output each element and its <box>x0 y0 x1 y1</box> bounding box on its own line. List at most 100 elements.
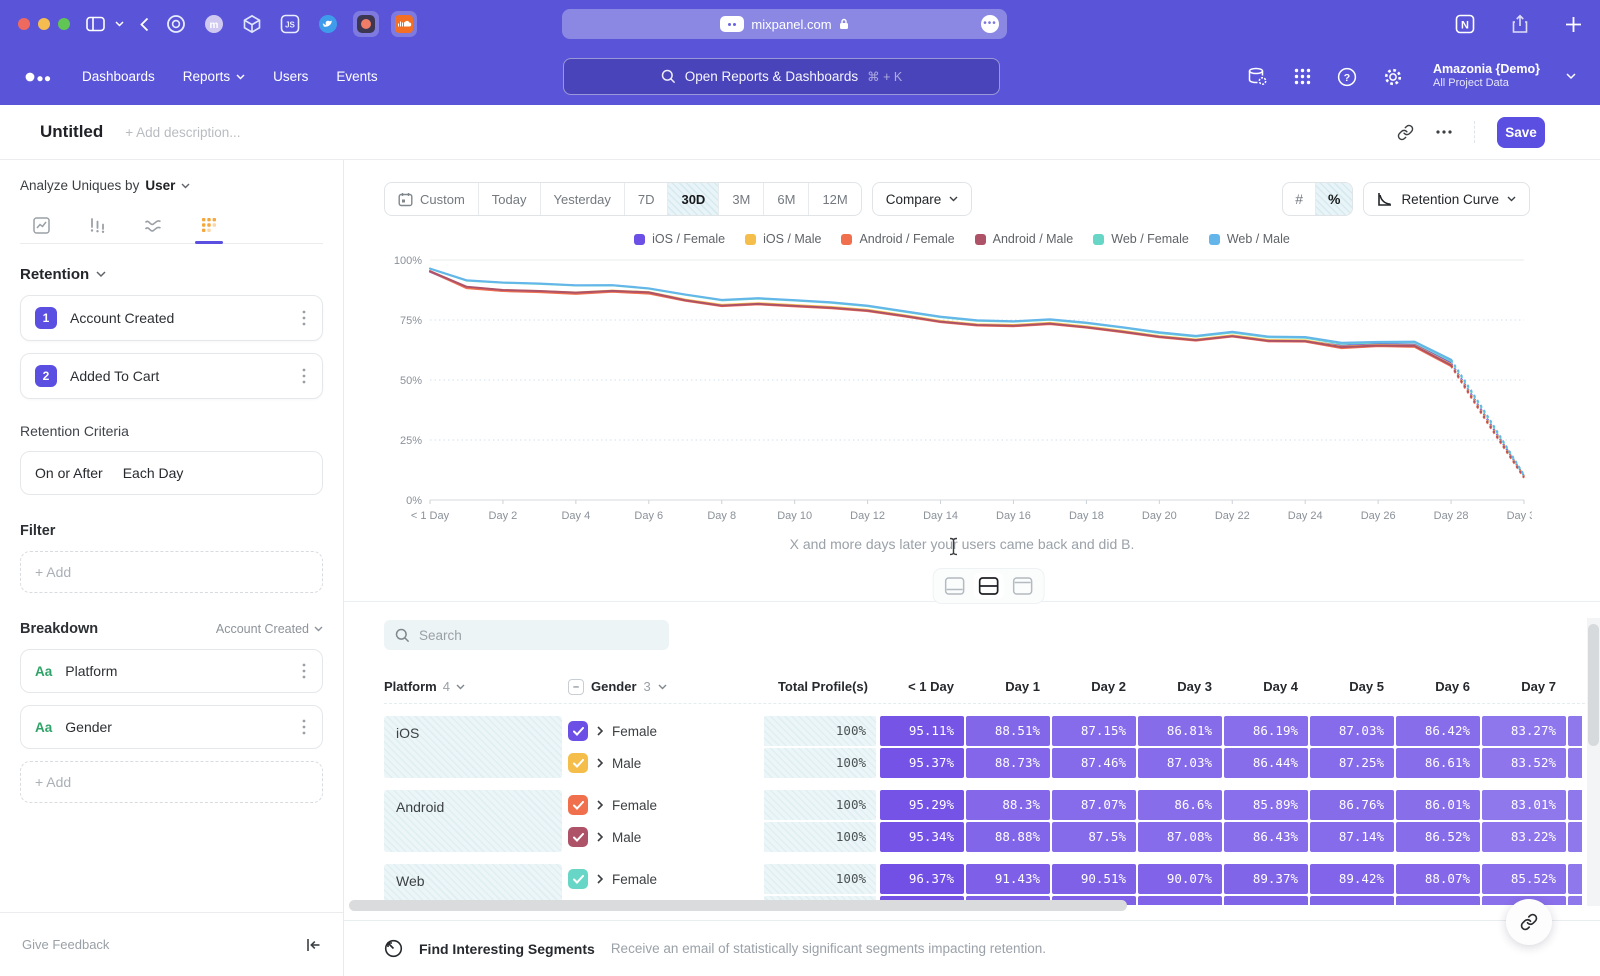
mixpanel-logo[interactable] <box>24 69 54 85</box>
retention-chart[interactable]: 0%25%50%75%100%< 1 DayDay 2Day 4Day 6Day… <box>384 248 1600 530</box>
retention-cell-day-6[interactable]: 88.07% <box>1396 864 1480 894</box>
retention-cell-day-4[interactable]: 89.37% <box>1224 864 1308 894</box>
retention-cell-day-0[interactable]: 95.37% <box>880 748 964 778</box>
gender-cell[interactable]: Male <box>568 748 764 778</box>
range-yesterday[interactable]: Yesterday <box>540 183 624 215</box>
help-icon[interactable]: ? <box>1337 67 1357 87</box>
kebab-menu-icon[interactable] <box>298 659 310 683</box>
chart-type-selector[interactable]: Retention Curve <box>1363 182 1530 216</box>
split-layout-button[interactable] <box>974 573 1004 599</box>
compare-button[interactable]: Compare <box>872 182 973 216</box>
give-feedback-link[interactable]: Give Feedback <box>22 937 109 952</box>
percent-toggle[interactable]: % <box>1315 183 1352 215</box>
soundcloud-app-icon[interactable] <box>391 11 417 37</box>
kebab-menu-icon[interactable] <box>298 306 310 330</box>
retention-cell-day-0[interactable]: 95.34% <box>880 822 964 852</box>
vertical-scrollbar-thumb[interactable] <box>1588 624 1599 746</box>
project-switcher[interactable]: Amazonia {Demo} All Project Data <box>1433 62 1540 91</box>
platform-cell[interactable]: iOS <box>384 716 562 778</box>
retention-cell-day-3[interactable]: 86.81% <box>1138 716 1222 746</box>
cube-app-icon[interactable] <box>239 11 265 37</box>
retention-cell-day-5[interactable]: 87.14% <box>1310 822 1394 852</box>
retention-cell-day-3[interactable]: 86.6% <box>1138 790 1222 820</box>
retention-cell-day-7[interactable]: 83.01% <box>1482 790 1566 820</box>
range-30d[interactable]: 30D <box>667 183 718 215</box>
settings-gear-icon[interactable] <box>1383 67 1403 87</box>
day-column-header-day-6[interactable]: Day 6 <box>1396 679 1482 694</box>
address-bar[interactable]: mixpanel.com ••• <box>562 9 1007 39</box>
share-icon[interactable] <box>1511 14 1529 34</box>
minimize-window-button[interactable] <box>38 18 50 30</box>
range-today[interactable]: Today <box>478 183 540 215</box>
legend-item-web-female[interactable]: Web / Female <box>1093 232 1189 246</box>
report-title[interactable]: Untitled <box>40 122 103 142</box>
day-column-header-day-5[interactable]: Day 5 <box>1310 679 1396 694</box>
active-tab-app-icon[interactable] <box>353 11 379 37</box>
retention-cell-day-4[interactable]: 86.19% <box>1224 716 1308 746</box>
legend-item-ios-female[interactable]: iOS / Female <box>634 232 725 246</box>
retention-cell-day-0[interactable]: 95.11% <box>880 716 964 746</box>
copy-link-icon[interactable] <box>1397 124 1414 141</box>
retention-cell-day-5[interactable]: 87.03% <box>1310 716 1394 746</box>
retention-step-b[interactable]: 2 Added To Cart <box>20 353 323 399</box>
series-checkbox[interactable] <box>568 795 588 815</box>
close-window-button[interactable] <box>18 18 30 30</box>
retention-cell-day-7[interactable]: 85.52% <box>1482 864 1566 894</box>
expand-row-icon[interactable] <box>597 832 603 842</box>
tab-funnels[interactable] <box>76 207 118 243</box>
analyze-value[interactable]: User <box>145 178 175 193</box>
total-profiles-column-header[interactable]: Total Profile(s) <box>764 679 880 694</box>
save-button[interactable]: Save <box>1497 117 1545 148</box>
expand-row-icon[interactable] <box>597 726 603 736</box>
report-description-placeholder[interactable]: + Add description... <box>125 125 240 140</box>
horizontal-scrollbar[interactable] <box>349 900 1127 911</box>
gender-cell[interactable]: Male <box>568 822 764 852</box>
platform-column-header[interactable]: Platform 4 <box>384 679 568 694</box>
nav-link-reports[interactable]: Reports <box>183 69 245 84</box>
bird-app-icon[interactable] <box>315 11 341 37</box>
retention-criteria-selector[interactable]: On or After Each Day <box>20 451 323 495</box>
m-app-icon[interactable]: m <box>201 11 227 37</box>
global-search[interactable]: Open Reports & Dashboards ⌘ + K <box>563 58 1000 95</box>
zoom-window-button[interactable] <box>58 18 70 30</box>
expand-row-icon[interactable] <box>597 800 603 810</box>
gender-cell[interactable]: Female <box>568 864 764 894</box>
retention-cell-day-1[interactable]: 88.88% <box>966 822 1050 852</box>
breakdown-gender[interactable]: Aa Gender <box>20 705 323 749</box>
record-app-icon[interactable] <box>163 11 189 37</box>
retention-cell-day-3[interactable]: 87.03% <box>1138 748 1222 778</box>
absolute-numbers-toggle[interactable]: # <box>1283 183 1315 215</box>
add-filter-button[interactable]: + Add <box>20 551 323 593</box>
js-app-icon[interactable]: JS <box>277 11 303 37</box>
retention-cell-day-1[interactable]: 88.51% <box>966 716 1050 746</box>
retention-cell-day-1[interactable]: 88.3% <box>966 790 1050 820</box>
day-column-header-day-1[interactable]: Day 1 <box>966 679 1052 694</box>
indeterminate-checkbox[interactable]: – <box>568 679 584 695</box>
retention-cell-day-6[interactable]: 86.01% <box>1396 790 1480 820</box>
chevron-down-icon[interactable] <box>96 271 106 278</box>
collapse-sidebar-icon[interactable] <box>306 938 321 952</box>
retention-step-a[interactable]: 1 Account Created <box>20 295 323 341</box>
retention-cell-day-4[interactable]: 85.89% <box>1224 790 1308 820</box>
series-checkbox[interactable] <box>568 869 588 889</box>
retention-cell-day-0[interactable]: 95.29% <box>880 790 964 820</box>
nav-link-dashboards[interactable]: Dashboards <box>82 69 155 84</box>
retention-cell-day-7[interactable]: 83.22% <box>1482 822 1566 852</box>
retention-cell-day-2[interactable]: 87.07% <box>1052 790 1136 820</box>
tab-insights[interactable] <box>20 207 62 243</box>
series-checkbox[interactable] <box>568 827 588 847</box>
retention-cell-day-2[interactable]: 90.51% <box>1052 864 1136 894</box>
range-12m[interactable]: 12M <box>808 183 860 215</box>
sidebar-toggle-icon[interactable] <box>86 16 105 32</box>
more-options-icon[interactable] <box>1436 130 1452 134</box>
add-breakdown-button[interactable]: + Add <box>20 761 323 803</box>
site-options-icon[interactable]: ••• <box>981 15 999 33</box>
tab-retention[interactable] <box>188 207 230 243</box>
data-management-icon[interactable] <box>1247 67 1268 87</box>
retention-cell-day-5[interactable]: 87.25% <box>1310 748 1394 778</box>
day-column-header-day-4[interactable]: Day 4 <box>1224 679 1310 694</box>
new-tab-icon[interactable] <box>1565 16 1582 33</box>
apps-grid-icon[interactable] <box>1294 68 1311 85</box>
platform-cell[interactable]: Android <box>384 790 562 852</box>
retention-cell-day-2[interactable]: 87.5% <box>1052 822 1136 852</box>
